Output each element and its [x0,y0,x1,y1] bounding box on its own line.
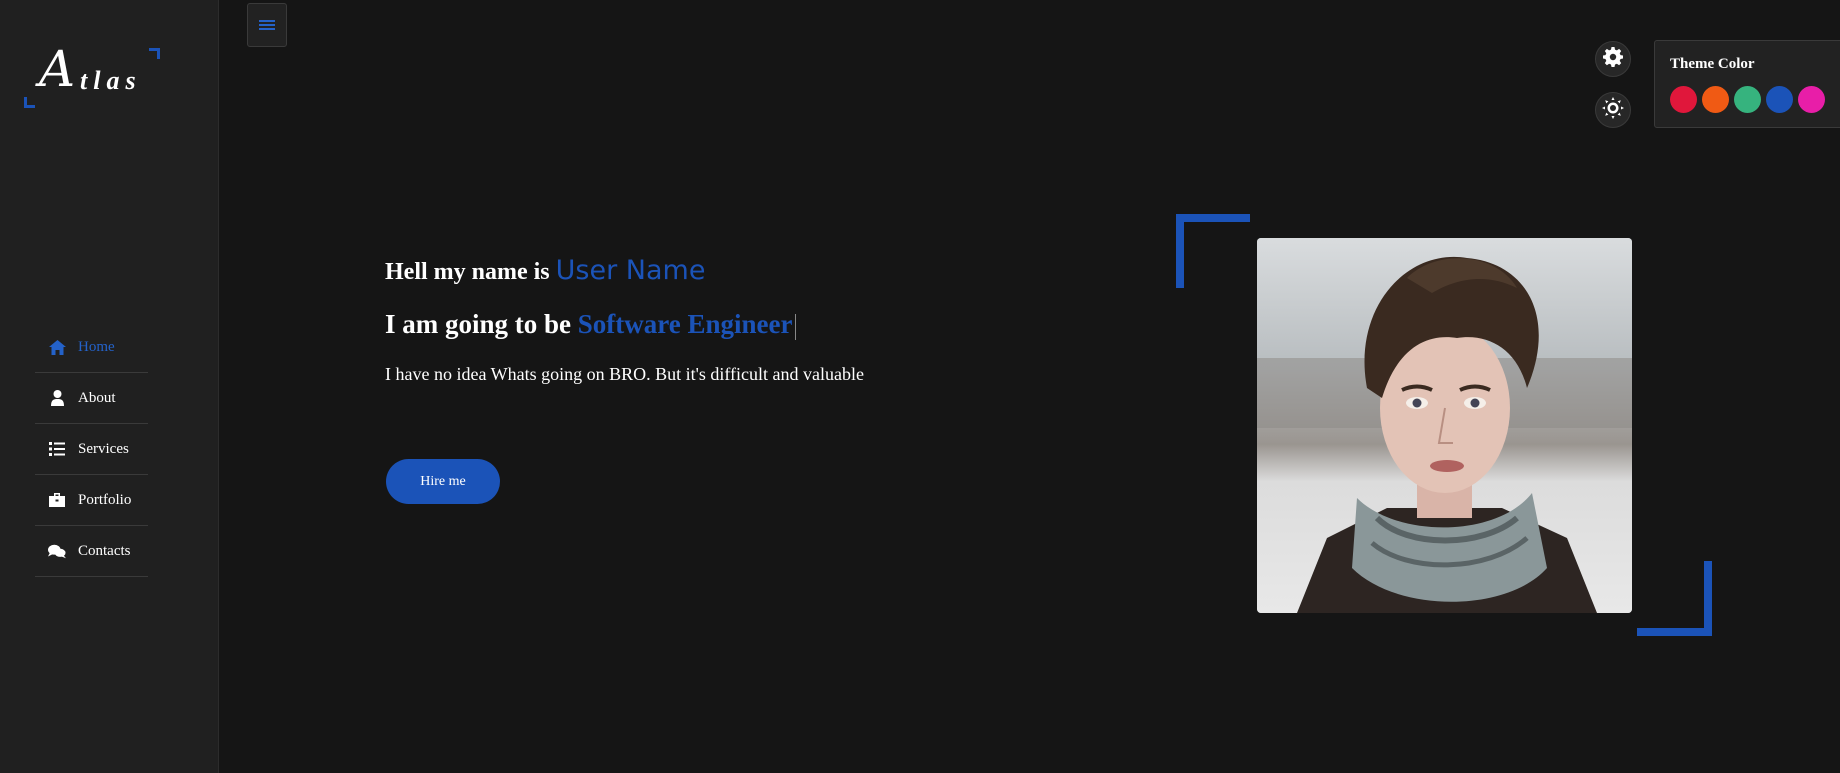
photo-frame-bottom-right [1637,561,1712,636]
hire-me-button[interactable]: Hire me [386,459,500,504]
swatch-pink[interactable] [1798,86,1825,113]
sidebar-nav: Home About Services Portfolio Contacts [35,322,148,577]
logo[interactable]: A tlas [24,40,160,108]
home-icon [48,338,66,356]
hero-role: Software Engineer [577,309,793,339]
gear-icon [1603,46,1623,72]
swatch-blue[interactable] [1766,86,1793,113]
swatch-orange[interactable] [1702,86,1729,113]
user-icon [48,389,66,407]
hero-name: User Name [555,255,706,286]
theme-swatches [1670,86,1825,113]
sidebar-item-about[interactable]: About [35,373,148,424]
sidebar-item-label: Home [78,338,115,355]
sidebar-item-label: Contacts [78,542,131,559]
logo-corner-top-right [149,48,160,59]
theme-color-title: Theme Color [1670,56,1755,72]
hero-section: Hell my name is User Name I am going to … [385,255,864,385]
hero-description: I have no idea Whats going on BRO. But i… [385,364,864,384]
settings-button[interactable] [1595,41,1631,77]
sidebar-item-contacts[interactable]: Contacts [35,526,148,577]
hero-role-line: I am going to be Software Engineer [385,309,864,340]
list-icon [48,440,66,458]
theme-color-panel: Theme Color [1654,40,1840,128]
sidebar-item-label: About [78,389,116,406]
hamburger-icon [259,18,275,32]
hero-greeting: Hell my name is [385,259,550,285]
sidebar-item-label: Services [78,440,129,457]
comments-icon [48,542,66,560]
sidebar: A tlas Home About Services Portfolio Con… [0,0,219,773]
hero-greeting-line: Hell my name is User Name [385,255,864,286]
logo-text: tlas [80,66,142,95]
photo-frame-top-left [1176,214,1250,288]
typing-caret [794,313,796,340]
sidebar-item-home[interactable]: Home [35,322,148,373]
swatch-green[interactable] [1734,86,1761,113]
theme-mode-button[interactable] [1595,92,1631,128]
logo-corner-bottom-left [24,97,35,108]
hero-role-prefix: I am going to be [385,309,572,339]
menu-toggle-button[interactable] [247,3,287,47]
sun-icon [1602,96,1624,124]
briefcase-icon [48,491,66,509]
profile-photo [1257,238,1632,613]
sidebar-item-label: Portfolio [78,491,132,508]
sidebar-item-portfolio[interactable]: Portfolio [35,475,148,526]
sidebar-item-services[interactable]: Services [35,424,148,475]
logo-letter-a: A [39,40,76,98]
swatch-red[interactable] [1670,86,1697,113]
